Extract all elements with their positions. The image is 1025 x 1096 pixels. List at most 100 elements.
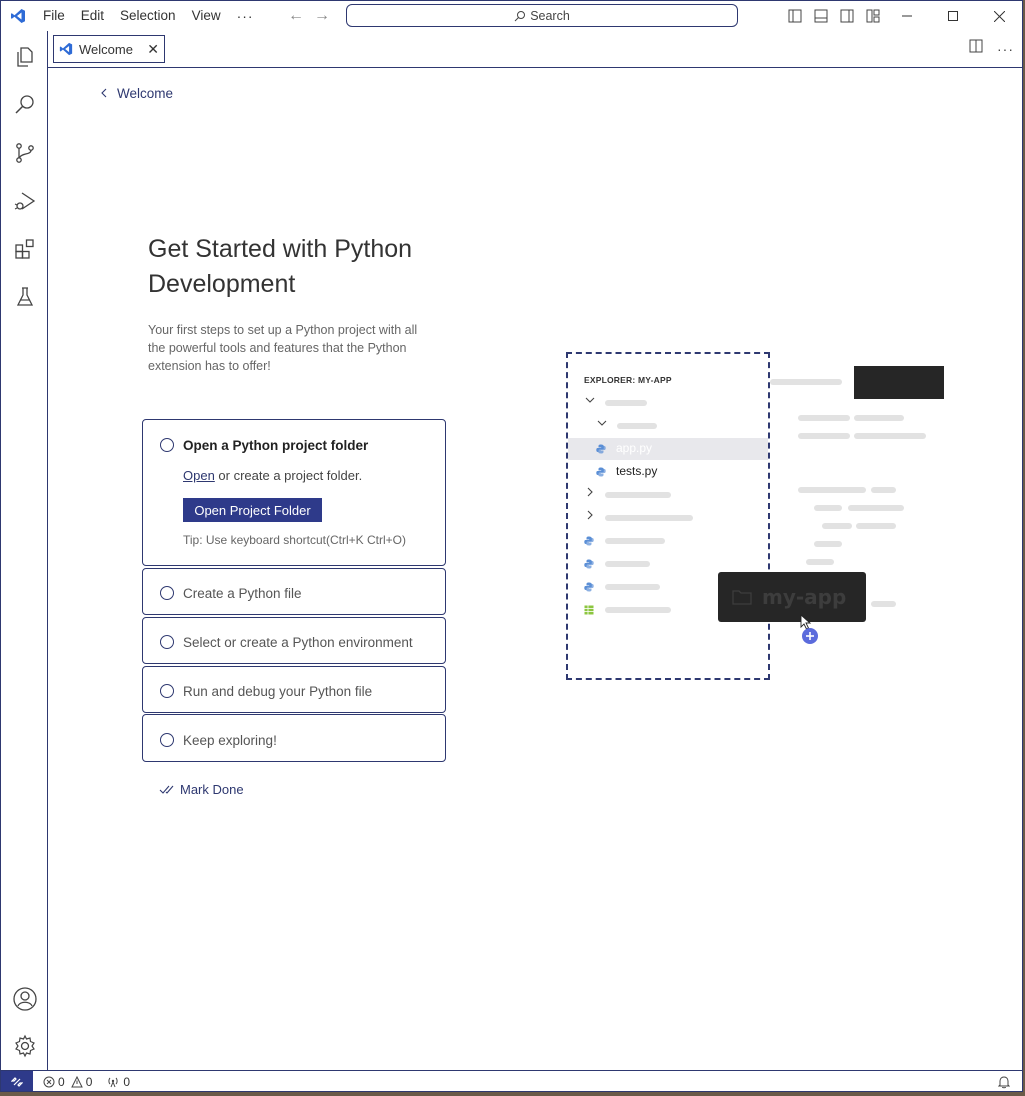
step-run-debug[interactable]: Run and debug your Python file: [142, 666, 446, 713]
back-arrow-icon[interactable]: ←: [287, 7, 305, 25]
menu-view[interactable]: View: [184, 1, 229, 31]
tree-row: tests.py: [568, 461, 768, 483]
source-control-icon[interactable]: [1, 129, 48, 177]
vscode-logo-icon: [1, 1, 35, 31]
placeholder-bar: [605, 515, 693, 521]
file-name: tests.py: [616, 464, 658, 478]
remote-indicator-icon[interactable]: [1, 1070, 33, 1091]
mark-done-label: Mark Done: [180, 782, 244, 797]
step-radio-icon[interactable]: [160, 733, 174, 747]
toggle-secondary-sidebar-icon[interactable]: [837, 6, 857, 26]
manage-gear-icon[interactable]: [1, 1022, 48, 1070]
chevron-right-icon: [585, 510, 595, 523]
back-to-welcome-link[interactable]: Welcome: [100, 86, 173, 101]
drag-folder-preview: my-app: [718, 572, 866, 622]
step-open-folder[interactable]: Open a Python project folder Open or cre…: [142, 419, 446, 566]
step-description-rest: or create a project folder.: [214, 468, 363, 483]
back-link-label: Welcome: [117, 86, 174, 101]
chevron-right-icon: [585, 487, 595, 500]
explorer-icon[interactable]: [1, 33, 48, 81]
toggle-primary-sidebar-icon[interactable]: [785, 6, 805, 26]
split-editor-icon[interactable]: [969, 39, 983, 58]
tab-close-icon[interactable]: ✕: [147, 41, 159, 58]
tab-welcome[interactable]: Welcome ✕: [53, 35, 165, 63]
explorer-mock-title: EXPLORER: MY-APP: [584, 375, 672, 385]
command-center-search[interactable]: Search: [346, 4, 738, 27]
welcome-editor: Welcome Get Started with Python Developm…: [48, 68, 1022, 1070]
menu-edit[interactable]: Edit: [73, 1, 112, 31]
placeholder-bar: [605, 584, 660, 590]
step-radio-icon[interactable]: [160, 586, 174, 600]
error-icon: [43, 1076, 55, 1088]
notifications-bell-icon[interactable]: [997, 1075, 1011, 1091]
step-keep-exploring[interactable]: Keep exploring!: [142, 714, 446, 762]
placeholder-bar: [856, 523, 896, 529]
step-radio-icon[interactable]: [160, 635, 174, 649]
add-plus-icon: [802, 628, 818, 644]
placeholder-bar: [822, 523, 852, 529]
placeholder-bar: [605, 400, 647, 406]
walkthrough-illustration: EXPLORER: MY-APP app.py tests.py my-app: [566, 352, 946, 682]
editor-tab-bar: Welcome ✕ ···: [48, 31, 1022, 68]
ports-status[interactable]: 0: [106, 1075, 130, 1089]
step-title: Run and debug your Python file: [183, 684, 373, 699]
window-controls: [884, 1, 1022, 31]
python-file-icon: [584, 536, 594, 546]
maximize-icon[interactable]: [930, 1, 976, 31]
step-radio-icon[interactable]: [160, 684, 174, 698]
extensions-icon[interactable]: [1, 225, 48, 273]
error-count: 0: [58, 1075, 65, 1089]
forward-arrow-icon[interactable]: →: [313, 7, 331, 25]
broadcast-icon: [108, 1077, 118, 1088]
python-file-icon: [584, 582, 594, 592]
menu-more-button[interactable]: ···: [229, 8, 262, 24]
step-select-environment[interactable]: Select or create a Python environment: [142, 617, 446, 664]
menu-selection[interactable]: Selection: [112, 1, 184, 31]
minimize-icon[interactable]: [884, 1, 930, 31]
mark-done-button[interactable]: Mark Done: [159, 782, 244, 797]
testing-icon[interactable]: [1, 273, 48, 321]
placeholder-bar: [605, 607, 671, 613]
tree-row: [568, 484, 768, 506]
step-radio-icon[interactable]: [160, 438, 174, 452]
open-link[interactable]: Open: [183, 468, 215, 483]
file-name-selected: app.py: [616, 441, 653, 455]
dark-block: [854, 366, 944, 399]
folder-icon: [732, 590, 752, 605]
chevron-left-icon: [100, 86, 107, 101]
more-actions-icon[interactable]: ···: [997, 41, 1014, 57]
search-view-icon[interactable]: [1, 81, 48, 129]
vscode-window: File Edit Selection View ··· ← → Search: [0, 0, 1023, 1092]
tree-row: [568, 530, 768, 552]
problems-status[interactable]: 0 0: [43, 1075, 92, 1089]
close-icon[interactable]: [976, 1, 1022, 31]
placeholder-bar: [871, 487, 896, 493]
placeholder-bar: [814, 541, 842, 547]
tab-label: Welcome: [79, 41, 133, 57]
double-check-icon: [159, 785, 174, 794]
step-create-file[interactable]: Create a Python file: [142, 568, 446, 615]
placeholder-bar: [854, 415, 904, 421]
placeholder-bar: [617, 423, 657, 429]
ports-count: 0: [123, 1075, 131, 1089]
open-project-folder-button[interactable]: Open Project Folder: [183, 498, 322, 522]
customize-layout-icon[interactable]: [863, 6, 883, 26]
toggle-panel-icon[interactable]: [811, 6, 831, 26]
tree-row: [568, 507, 768, 529]
step-title: Create a Python file: [183, 586, 302, 601]
placeholder-bar: [814, 505, 842, 511]
step-title: Keep exploring!: [183, 733, 277, 748]
chevron-down-icon: [597, 418, 607, 431]
accounts-icon[interactable]: [1, 975, 48, 1023]
search-label: Search: [530, 8, 570, 23]
menu-file[interactable]: File: [35, 1, 73, 31]
step-description: Open or create a project folder.: [183, 468, 362, 483]
vscode-tab-icon: [59, 42, 73, 56]
placeholder-bar: [854, 433, 926, 439]
placeholder-bar: [605, 561, 650, 567]
run-debug-icon[interactable]: [1, 177, 48, 225]
walkthrough-heading: Get Started with Python Development: [148, 235, 413, 298]
tree-row-selected: app.py: [568, 438, 768, 460]
shortcut-tip: Tip: Use keyboard shortcut(Ctrl+K Ctrl+O…: [183, 533, 406, 547]
tree-row: [568, 392, 768, 414]
